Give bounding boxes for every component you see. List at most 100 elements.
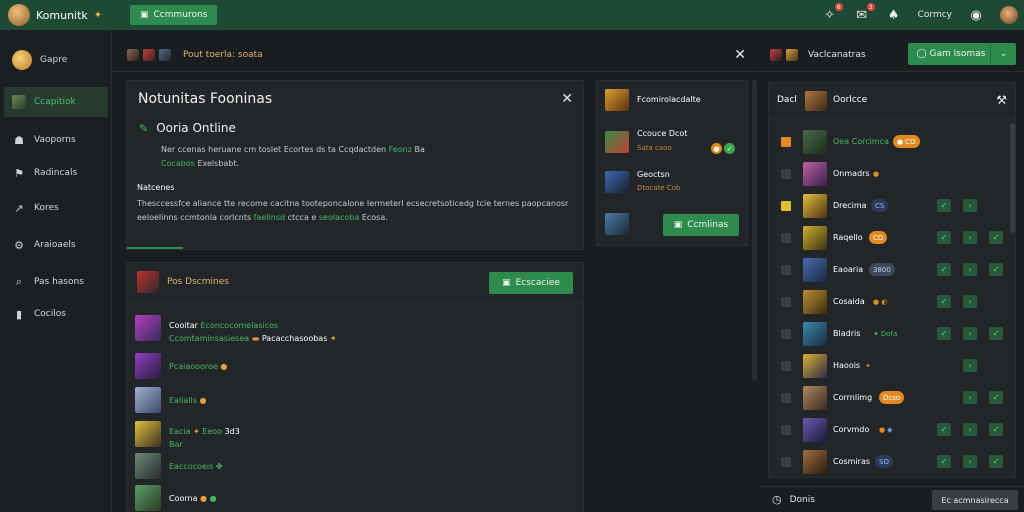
feed-item[interactable]: Cooitar Econcocomelasicos Ccomtaminsasie… — [135, 315, 337, 345]
checkbox[interactable] — [781, 265, 791, 275]
action-button[interactable]: ✓ — [989, 231, 1003, 244]
member-name[interactable]: Geoctsn — [637, 170, 670, 179]
action-button[interactable]: ✓ — [937, 231, 951, 244]
action-button[interactable]: ✓ — [937, 263, 951, 276]
list-row[interactable]: Raqello CO ✓ › ✓ — [769, 223, 1011, 253]
chevron-down-icon[interactable]: ⌄ — [990, 43, 1016, 65]
sidebar-item-radicals[interactable]: ⚑ Radincals — [4, 158, 108, 188]
feed-tag[interactable]: Ccomtaminsasiesea — [169, 334, 249, 343]
feed-tag[interactable]: Pcaiaoooroe — [169, 362, 218, 371]
message-icon[interactable]: ✉ 3 — [854, 3, 875, 23]
right-footer: ◷ Donis Ec acmnasirecca — [760, 486, 1024, 512]
close-icon[interactable]: ✕ — [561, 91, 573, 107]
action-button[interactable]: ✓ — [937, 423, 951, 436]
footer-button[interactable]: Ec acmnasirecca — [932, 490, 1018, 510]
feed-tag[interactable]: Econcocomelasicos — [200, 321, 278, 330]
action-button[interactable]: ✓ — [937, 199, 951, 212]
action-button[interactable]: ✓ — [989, 263, 1003, 276]
feed-item[interactable]: Ealialls ● — [135, 387, 206, 413]
feed-item[interactable]: Coorna ● ● — [135, 485, 217, 511]
sidebar-item-searches[interactable]: ⌕ Pas hasons — [4, 267, 108, 297]
action-button[interactable]: › — [963, 327, 977, 340]
brand[interactable]: Komunitk ✦ — [0, 4, 120, 26]
settings-icon[interactable]: ◉ — [968, 7, 984, 23]
sidebar-item-arials[interactable]: ⚙ Araioaels — [4, 230, 108, 260]
account-label[interactable]: Cormcy — [918, 10, 952, 20]
action-button[interactable]: ✓ — [989, 391, 1003, 404]
avatar[interactable] — [605, 171, 629, 193]
action-button[interactable]: ✓ — [937, 327, 951, 340]
action-button[interactable]: ✓ — [937, 455, 951, 468]
list-row[interactable]: Corrnlimg Dcso › ✓ — [769, 383, 1011, 413]
list-row[interactable]: Eaoaria 3800 ✓ › ✓ — [769, 255, 1011, 285]
list-row[interactable]: Oea Corcimca ● CO — [769, 127, 1011, 157]
feed-action-button[interactable]: ▣ Ecscaciee — [489, 272, 573, 294]
sidebar: Gapre Ccapitiok ☗ Vaoporns ⚑ Radincals ↗… — [0, 30, 112, 512]
member-status: Dtocate Cob — [637, 184, 681, 192]
close-icon[interactable]: ✕ — [734, 47, 746, 63]
feed-item[interactable]: Pcaiaoooroe ● — [135, 353, 227, 379]
action-button[interactable]: › — [963, 455, 977, 468]
members-online-button[interactable]: ▣ Ccmlinas — [663, 214, 739, 236]
action-button[interactable]: › — [963, 199, 977, 212]
checkbox[interactable] — [781, 329, 791, 339]
communities-button[interactable]: ▣ Ccmmurons — [130, 5, 218, 25]
sidebar-item-game[interactable]: Gapre — [4, 45, 108, 75]
list-row[interactable]: Haoois ✦ › — [769, 351, 1011, 381]
action-button[interactable]: › — [963, 391, 977, 404]
action-button[interactable]: ✓ — [989, 327, 1003, 340]
checkbox[interactable] — [781, 201, 791, 211]
action-button[interactable]: › — [963, 295, 977, 308]
checkbox[interactable] — [781, 393, 791, 403]
description-link[interactable]: seolacoba — [319, 213, 359, 222]
feed-panel: Pos Dscmines ▣ Ecscaciee Cooitar Econcoc… — [126, 262, 584, 512]
avatar — [135, 453, 161, 479]
bell-icon[interactable]: ♠ — [886, 7, 902, 23]
action-button[interactable]: › — [963, 263, 977, 276]
scrollbar[interactable] — [752, 80, 757, 380]
checkbox[interactable] — [781, 137, 791, 147]
status-badge-label: CO — [873, 233, 884, 242]
list-row[interactable]: Drecima CS ✓ › — [769, 191, 1011, 221]
avatar — [770, 48, 782, 61]
sidebar-item-kores[interactable]: ↗ Kores — [4, 193, 108, 223]
avatar[interactable] — [605, 131, 629, 153]
action-button[interactable]: ✓ — [989, 423, 1003, 436]
sidebar-item-weapons[interactable]: ☗ Vaoporns — [4, 125, 108, 155]
action-button[interactable]: › — [963, 231, 977, 244]
checkbox[interactable] — [781, 297, 791, 307]
tools-icon[interactable]: ⚒ — [996, 93, 1007, 107]
action-button[interactable]: ✓ — [989, 455, 1003, 468]
feed-item[interactable]: Eaccocoeis ✤ — [135, 453, 223, 479]
checkbox[interactable] — [781, 169, 791, 179]
community-description: Ner ccenas heruane cm toslet Ecortes ds … — [161, 143, 481, 171]
checkbox[interactable] — [781, 361, 791, 371]
avatar — [605, 89, 629, 111]
action-button[interactable]: ✓ — [937, 295, 951, 308]
feed-tag[interactable]: Bar — [169, 440, 183, 449]
feed-tag[interactable]: Eeoo — [202, 427, 222, 436]
checkbox[interactable] — [781, 425, 791, 435]
action-button[interactable]: › — [963, 423, 977, 436]
sidebar-item-captions[interactable]: Ccapitiok — [4, 87, 108, 117]
description-link[interactable]: Feonz — [389, 145, 412, 154]
list-row[interactable]: Cosaida ● ◐ ✓ › — [769, 287, 1011, 317]
feed-tag[interactable]: Ealialls — [169, 396, 197, 405]
feed-item[interactable]: Eacia ✦ Eeoo 3d3 Bar — [135, 421, 240, 451]
list-row[interactable]: Cosmiras SO ✓ › ✓ — [769, 447, 1011, 477]
member-name[interactable]: Ccouce Dcot — [637, 129, 687, 138]
description-link[interactable]: Cocabos — [161, 159, 195, 168]
sidebar-item-cocilos[interactable]: ▮ Cocilos — [4, 299, 108, 329]
gamepad-icon[interactable]: ✧ 6 — [822, 3, 843, 23]
checkbox[interactable] — [781, 233, 791, 243]
list-row[interactable]: Corvmdo ● ◆ ✓ › ✓ — [769, 415, 1011, 445]
checkbox[interactable] — [781, 457, 791, 467]
status-badge-label: CS — [875, 201, 885, 210]
description-link[interactable]: faelinsd — [254, 213, 285, 222]
user-avatar[interactable] — [1000, 6, 1018, 24]
list-row[interactable]: Onmadrs ● — [769, 159, 1011, 189]
join-button[interactable]: ◯ Gam Isomas ⌄ — [908, 43, 1016, 65]
action-button[interactable]: › — [963, 359, 977, 372]
list-row[interactable]: Bladris ✦ Dofa ✓ › ✓ — [769, 319, 1011, 349]
feed-tag[interactable]: Eaccocoeis — [169, 462, 213, 471]
